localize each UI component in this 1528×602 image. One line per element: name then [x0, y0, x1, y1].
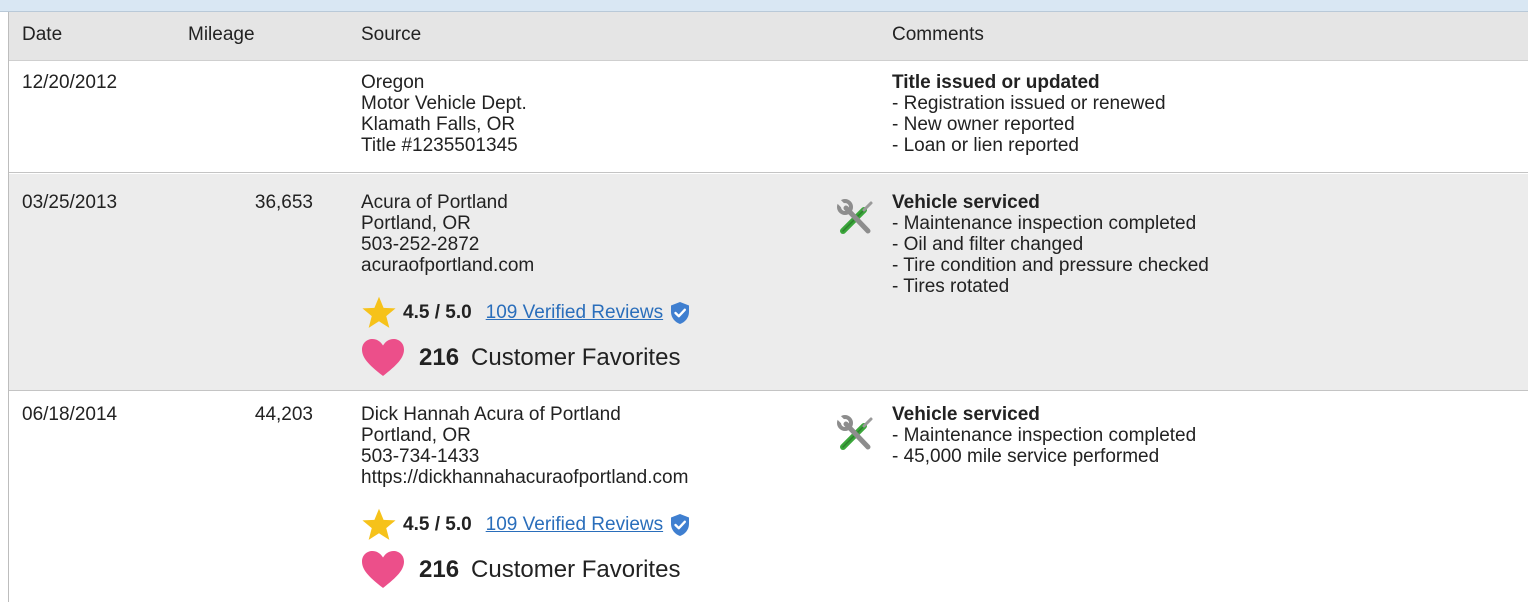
comment-line: - Tire condition and pressure checked: [892, 255, 1209, 276]
source-line: Dick Hannah Acura of Portland: [361, 404, 621, 425]
header-date: Date: [22, 24, 63, 45]
row-comments: Vehicle serviced - Maintenance inspectio…: [892, 192, 1209, 297]
row-source: Oregon Motor Vehicle Dept. Klamath Falls…: [361, 72, 527, 156]
comment-line: - Tires rotated: [892, 276, 1010, 297]
favorites-count: 216: [419, 344, 460, 371]
source-line: Acura of Portland: [361, 192, 508, 213]
comment-line: - Registration issued or renewed: [892, 93, 1166, 114]
source-line: Title #1235501345: [361, 135, 518, 156]
comment-line: - New owner reported: [892, 114, 1075, 135]
customer-favorites: 216 Customer Favorites: [361, 550, 680, 590]
comment-line: - Loan or lien reported: [892, 135, 1079, 156]
header-source: Source: [361, 24, 422, 45]
verified-shield-icon: [669, 301, 691, 325]
rating-score: 4.5 / 5.0: [403, 514, 472, 535]
header-comments: Comments: [892, 24, 984, 45]
row-comments: Vehicle serviced - Maintenance inspectio…: [892, 404, 1196, 467]
row-comments: Title issued or updated - Registration i…: [892, 72, 1166, 156]
rating-score: 4.5 / 5.0: [403, 302, 472, 323]
table-row: 12/20/2012 Oregon Motor Vehicle Dept. Kl…: [8, 62, 1528, 173]
comment-line: - Maintenance inspection completed: [892, 213, 1197, 234]
comment-line: - Oil and filter changed: [892, 234, 1084, 255]
wrench-screwdriver-icon: [837, 415, 873, 450]
header-mileage: Mileage: [188, 24, 255, 45]
dealer-rating: 4.5 / 5.0 109 Verified Reviews: [361, 296, 691, 330]
source-line: Klamath Falls, OR: [361, 114, 516, 135]
favorites-count: 216: [419, 556, 460, 583]
row-date: 06/18/2014: [22, 404, 118, 425]
star-icon: [362, 508, 396, 540]
verified-shield-icon: [669, 513, 691, 537]
comment-title: Title issued or updated: [892, 72, 1100, 93]
customer-favorites: 216 Customer Favorites: [361, 338, 680, 378]
table-header: Date Mileage Source Comments: [8, 12, 1528, 61]
favorites-label: Customer Favorites: [471, 344, 681, 371]
row-source: Dick Hannah Acura of Portland Portland, …: [361, 404, 688, 488]
table-row: 06/18/2014 44,203 Dick Hannah Acura of P…: [8, 392, 1528, 602]
source-line: https://dickhannahacuraofportland.com: [361, 467, 689, 488]
heart-icon: [362, 551, 404, 588]
source-line: Portland, OR: [361, 425, 471, 446]
source-line: Portland, OR: [361, 213, 471, 234]
source-line: 503-734-1433: [361, 446, 480, 467]
heart-icon: [362, 339, 404, 376]
source-line: acuraofportland.com: [361, 255, 535, 276]
row-mileage: 44,203: [254, 404, 313, 425]
verified-reviews-link[interactable]: 109 Verified Reviews: [486, 514, 663, 536]
dealer-rating: 4.5 / 5.0 109 Verified Reviews: [361, 508, 691, 542]
source-line: 503-252-2872: [361, 234, 480, 255]
wrench-screwdriver-icon: [837, 199, 873, 234]
star-icon: [362, 296, 396, 328]
row-date: 03/25/2013: [22, 192, 118, 213]
source-line: Motor Vehicle Dept.: [361, 93, 527, 114]
favorites-label: Customer Favorites: [471, 556, 681, 583]
comment-title: Vehicle serviced: [892, 404, 1040, 425]
verified-reviews-link[interactable]: 109 Verified Reviews: [486, 302, 663, 324]
table-row: 03/25/2013 36,653 Acura of Portland Port…: [8, 174, 1528, 391]
comment-line: - Maintenance inspection completed: [892, 425, 1197, 446]
top-section-strip: [0, 0, 1528, 12]
table-left-border: [8, 12, 9, 602]
row-date: 12/20/2012: [22, 72, 118, 93]
row-source: Acura of Portland Portland, OR 503-252-2…: [361, 192, 534, 276]
row-mileage: 36,653: [254, 192, 313, 213]
comment-line: - 45,000 mile service performed: [892, 446, 1160, 467]
comment-title: Vehicle serviced: [892, 192, 1040, 213]
source-line: Oregon: [361, 72, 425, 93]
